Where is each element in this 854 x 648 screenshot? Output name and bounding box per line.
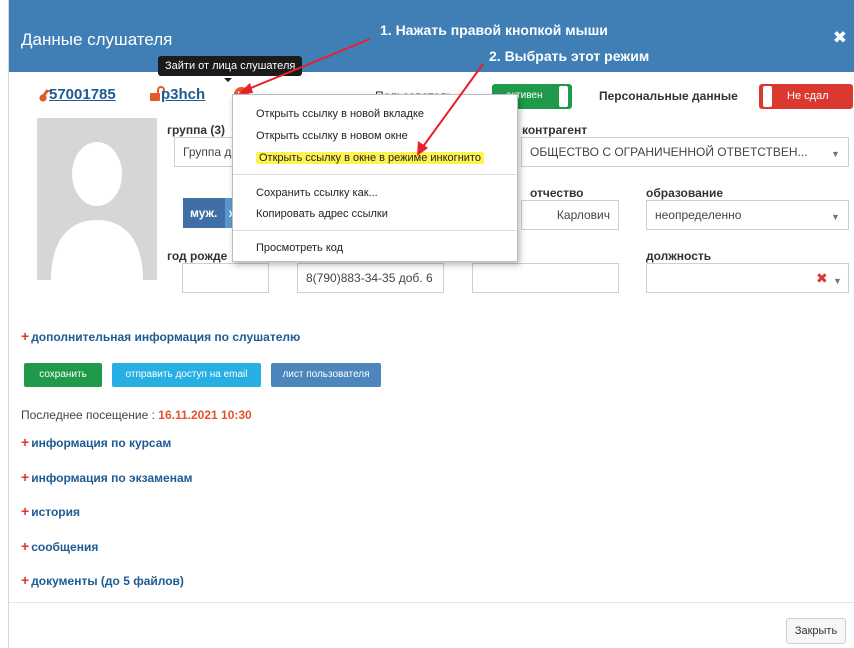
personal-data-toggle[interactable]: Не сдал bbox=[759, 84, 853, 109]
login-as-user-tooltip: Зайти от лица слушателя bbox=[158, 56, 303, 82]
menu-open-new-tab[interactable]: Открыть ссылку в новой вкладке bbox=[256, 108, 424, 120]
plus-icon: + bbox=[21, 434, 30, 450]
birth-year-field[interactable] bbox=[182, 263, 269, 293]
avatar bbox=[37, 118, 157, 280]
chevron-down-icon: ▼ bbox=[831, 212, 840, 222]
menu-separator bbox=[233, 174, 517, 175]
contractor-label: контрагент bbox=[522, 123, 588, 137]
annotation-step-1: 1. Нажать правой кнопкой мыши bbox=[380, 22, 608, 38]
section-label: документы (до 5 файлов) bbox=[31, 574, 184, 588]
plus-icon: + bbox=[21, 328, 30, 344]
incognito-highlight: Открыть ссылку в окне в режиме инкогнито bbox=[256, 152, 484, 164]
user-id-link[interactable]: 57001785 bbox=[49, 86, 116, 103]
toggle-knob bbox=[763, 86, 772, 107]
user-login-link[interactable]: p3hch bbox=[161, 86, 205, 103]
clear-icon[interactable]: ✖ bbox=[816, 270, 828, 287]
section-messages[interactable]: + сообщения bbox=[21, 538, 98, 554]
menu-separator bbox=[233, 230, 517, 231]
extra-info-label: дополнительная информация по слушателю bbox=[31, 330, 301, 344]
email-field[interactable] bbox=[472, 263, 619, 293]
personal-data-toggle-label: Не сдал bbox=[787, 90, 829, 102]
plus-icon: + bbox=[21, 503, 30, 519]
toggle-knob bbox=[559, 86, 568, 107]
menu-copy-link-address[interactable]: Копировать адрес ссылки bbox=[256, 208, 388, 220]
section-documents[interactable]: + документы (до 5 файлов) bbox=[21, 572, 184, 588]
footer-divider bbox=[9, 602, 854, 603]
save-button[interactable]: сохранить bbox=[24, 363, 102, 387]
section-label: информация по экзаменам bbox=[31, 471, 193, 485]
section-courses[interactable]: + информация по курсам bbox=[21, 434, 171, 450]
context-menu: Открыть ссылку в новой вкладке Открыть с… bbox=[232, 94, 518, 262]
menu-open-new-window[interactable]: Открыть ссылку в новом окне bbox=[256, 130, 408, 142]
section-history[interactable]: + история bbox=[21, 503, 80, 519]
menu-save-link-as[interactable]: Сохранить ссылку как... bbox=[256, 187, 378, 199]
annotation-step-2: 2. Выбрать этот режим bbox=[489, 48, 650, 64]
education-label: образование bbox=[646, 186, 724, 200]
close-button[interactable]: Закрыть bbox=[786, 618, 846, 644]
section-label: информация по курсам bbox=[31, 436, 172, 450]
contractor-select[interactable]: ОБЩЕСТВО С ОГРАНИЧЕННОЙ ОТВЕТСТВЕН... bbox=[521, 137, 849, 167]
section-exams[interactable]: + информация по экзаменам bbox=[21, 469, 193, 485]
plus-icon: + bbox=[21, 572, 30, 588]
plus-icon: + bbox=[21, 538, 30, 554]
chevron-down-icon: ▼ bbox=[833, 276, 842, 286]
last-visit: Последнее посещение : 16.11.2021 10:30 bbox=[21, 408, 252, 422]
menu-open-incognito[interactable]: Открыть ссылку в окне в режиме инкогнито bbox=[256, 152, 484, 164]
section-label: история bbox=[31, 505, 80, 519]
last-visit-value: 16.11.2021 10:30 bbox=[158, 408, 252, 422]
modal-title: Данные слушателя bbox=[21, 30, 173, 49]
birth-year-label: год рожде bbox=[167, 249, 228, 263]
menu-inspect[interactable]: Просмотреть код bbox=[256, 242, 343, 254]
avatar-silhouette-icon bbox=[51, 142, 143, 280]
close-icon[interactable]: ✖ bbox=[833, 28, 847, 48]
position-label: должность bbox=[646, 249, 712, 263]
gender-male-button[interactable]: муж. bbox=[183, 198, 225, 228]
chevron-down-icon: ▼ bbox=[831, 149, 840, 159]
patronymic-field[interactable]: Карлович bbox=[521, 200, 619, 230]
phone-field[interactable]: 8(790)883-34-35 доб. 6 bbox=[297, 263, 444, 293]
send-email-button[interactable]: отправить доступ на email bbox=[112, 363, 261, 387]
extra-info-toggle[interactable]: + дополнительная информация по слушателю bbox=[21, 328, 300, 344]
plus-icon: + bbox=[21, 469, 30, 485]
group-label: группа (3) bbox=[167, 123, 226, 137]
personal-data-label: Персональные данные bbox=[599, 89, 738, 103]
last-visit-label: Последнее посещение : bbox=[21, 408, 159, 422]
patronymic-label: отчество bbox=[530, 186, 584, 200]
user-sheet-button[interactable]: лист пользователя bbox=[271, 363, 381, 387]
section-label: сообщения bbox=[31, 540, 99, 554]
education-select[interactable]: неопределенно bbox=[646, 200, 849, 230]
